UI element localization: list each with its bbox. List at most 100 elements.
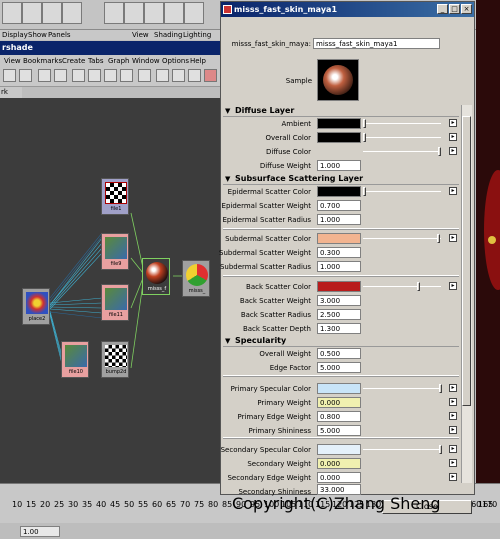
menu-create[interactable]: Create <box>62 57 85 65</box>
epidermal-color-slider[interactable] <box>363 187 443 196</box>
curve-tool-icon[interactable] <box>2 2 22 24</box>
subdermal-radius-field[interactable]: 1.000 <box>317 261 361 272</box>
curve-tool-icon[interactable] <box>42 2 62 24</box>
edge-factor-field[interactable]: 5.000 <box>317 362 361 373</box>
menu-bookmarks[interactable]: Bookmarks <box>23 57 62 65</box>
graph-icon[interactable] <box>88 69 101 82</box>
map-button-icon[interactable]: ▸ <box>449 282 457 290</box>
primary-weight-field[interactable]: 0.000 <box>317 397 361 408</box>
node-name-field[interactable]: misss_fast_skin_maya1 <box>313 38 440 49</box>
back-scatter-weight-field[interactable]: 3.000 <box>317 295 361 306</box>
graph-icon[interactable] <box>172 69 185 82</box>
range-start-field[interactable]: 1.00 <box>20 526 60 537</box>
snap-icon[interactable] <box>164 2 184 24</box>
arrow-left-icon[interactable] <box>38 69 51 82</box>
close-button[interactable]: × <box>461 4 472 14</box>
diffuse-weight-field[interactable]: 1.000 <box>317 160 361 171</box>
back-scatter-color-slider[interactable] <box>363 282 443 291</box>
map-button-icon[interactable]: ▸ <box>449 147 457 155</box>
tab-work-area[interactable]: rk Area <box>0 87 22 107</box>
subdermal-color-swatch[interactable] <box>317 233 361 244</box>
graph-icon[interactable] <box>156 69 169 82</box>
subdermal-weight-field[interactable]: 0.300 <box>317 247 361 258</box>
node-file11[interactable]: file11 <box>101 284 129 321</box>
close-icon[interactable] <box>204 69 217 82</box>
menu-view[interactable]: View <box>132 31 149 39</box>
node-file10[interactable]: file10 <box>61 341 89 378</box>
secondary-specular-color-slider[interactable] <box>363 445 443 454</box>
secondary-weight-field[interactable]: 0.000 <box>317 458 361 469</box>
map-button-icon[interactable]: ▸ <box>449 426 457 434</box>
render-icon[interactable] <box>184 2 204 24</box>
curve-tool-icon[interactable] <box>22 2 42 24</box>
sample-swatch[interactable] <box>317 59 359 101</box>
clear-graph-icon[interactable] <box>72 69 85 82</box>
node-file1[interactable]: file1 <box>101 178 129 215</box>
map-button-icon[interactable]: ▸ <box>449 412 457 420</box>
menu-window[interactable]: Window <box>132 57 160 65</box>
map-button-icon[interactable]: ▸ <box>449 398 457 406</box>
scroll-thumb[interactable] <box>462 116 471 406</box>
map-button-icon[interactable]: ▸ <box>449 187 457 195</box>
back-scatter-depth-field[interactable]: 1.300 <box>317 323 361 334</box>
map-button-icon[interactable]: ▸ <box>449 473 457 481</box>
primary-shininess-field[interactable]: 5.000 <box>317 425 361 436</box>
menu-view[interactable]: View <box>4 57 21 65</box>
graph-icon[interactable] <box>120 69 133 82</box>
node-misss-shader[interactable]: misss_f <box>142 258 170 295</box>
menu-shading[interactable]: Shading <box>154 31 182 39</box>
menu-panels[interactable]: Panels <box>48 31 71 39</box>
epidermal-color-swatch[interactable] <box>317 186 361 197</box>
menu-options[interactable]: Options <box>162 57 189 65</box>
back-scatter-color-swatch[interactable] <box>317 281 361 292</box>
section-subsurface[interactable]: ▼ Subsurface Scattering Layer <box>223 174 459 185</box>
ambient-swatch[interactable] <box>317 118 361 129</box>
overall-color-swatch[interactable] <box>317 132 361 143</box>
node-place2d[interactable]: place2 <box>22 288 50 325</box>
node-bump2d[interactable]: bump2d <box>101 341 129 378</box>
menu-lighting[interactable]: Lighting <box>183 31 211 39</box>
menu-help[interactable]: Help <box>190 57 206 65</box>
secondary-edge-weight-field[interactable]: 0.000 <box>317 472 361 483</box>
node-file9[interactable]: file9 <box>101 233 129 270</box>
graph-icon[interactable] <box>104 69 117 82</box>
subdermal-color-slider[interactable] <box>363 234 443 243</box>
menu-tabs[interactable]: Tabs <box>88 57 104 65</box>
secondary-specular-color-swatch[interactable] <box>317 444 361 455</box>
ambient-slider[interactable] <box>363 119 443 128</box>
node-shading-group[interactable]: misss_ <box>182 260 210 297</box>
graph-icon[interactable] <box>138 69 151 82</box>
map-button-icon[interactable]: ▸ <box>449 234 457 242</box>
overall-weight-field[interactable]: 0.500 <box>317 348 361 359</box>
curve-tool-icon[interactable] <box>62 2 82 24</box>
work-area[interactable]: file1 file9 file11 place2 file10 bump2d … <box>0 98 225 483</box>
map-button-icon[interactable]: ▸ <box>449 119 457 127</box>
section-specularity[interactable]: ▼ Specularity <box>223 336 459 347</box>
diffuse-color-swatch[interactable] <box>317 146 361 157</box>
epidermal-radius-field[interactable]: 1.000 <box>317 214 361 225</box>
primary-edge-weight-field[interactable]: 0.800 <box>317 411 361 422</box>
map-button-icon[interactable]: ▸ <box>449 445 457 453</box>
epidermal-weight-field[interactable]: 0.700 <box>317 200 361 211</box>
maximize-button[interactable]: □ <box>449 4 460 14</box>
menu-display[interactable]: Display <box>2 31 28 39</box>
menu-show[interactable]: Show <box>28 31 47 39</box>
diffuse-color-slider[interactable] <box>363 147 443 156</box>
map-button-icon[interactable]: ▸ <box>449 133 457 141</box>
graph-icon[interactable] <box>188 69 201 82</box>
menu-graph[interactable]: Graph <box>108 57 129 65</box>
snap-icon[interactable] <box>124 2 144 24</box>
overall-color-slider[interactable] <box>363 133 443 142</box>
back-scatter-radius-field[interactable]: 2.500 <box>317 309 361 320</box>
layout-icon[interactable] <box>19 69 32 82</box>
layout-icon[interactable] <box>3 69 16 82</box>
primary-specular-color-slider[interactable] <box>363 384 443 393</box>
arrow-right-icon[interactable] <box>54 69 67 82</box>
snap-icon[interactable] <box>144 2 164 24</box>
primary-specular-color-swatch[interactable] <box>317 383 361 394</box>
minimize-button[interactable]: _ <box>437 4 448 14</box>
map-button-icon[interactable]: ▸ <box>449 459 457 467</box>
map-button-icon[interactable]: ▸ <box>449 384 457 392</box>
snap-icon[interactable] <box>104 2 124 24</box>
section-diffuse[interactable]: ▼ Diffuse Layer <box>223 106 459 117</box>
